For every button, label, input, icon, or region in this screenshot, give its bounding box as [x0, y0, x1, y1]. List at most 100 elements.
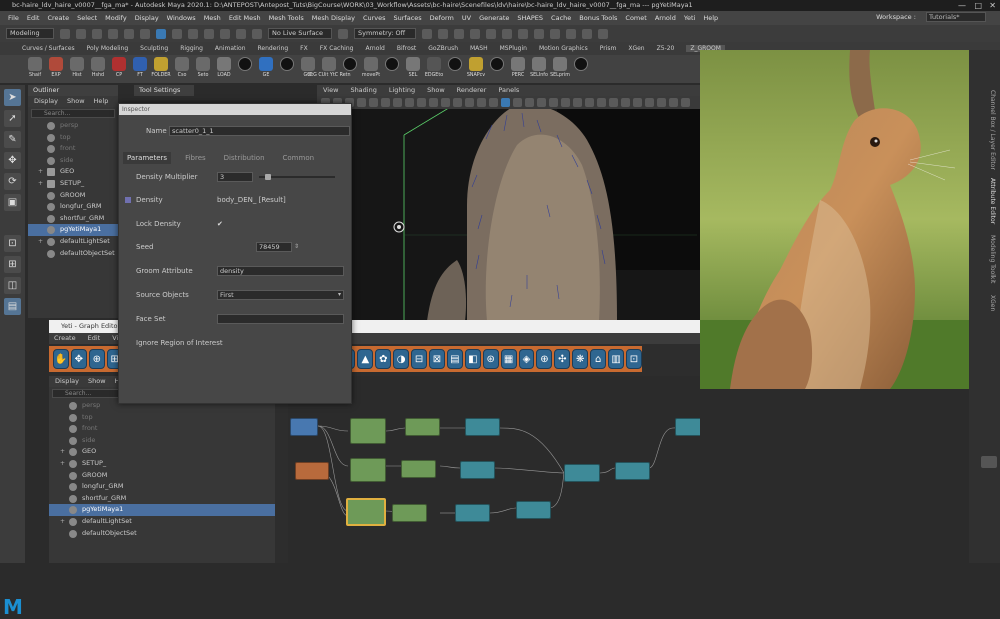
shelf-button[interactable]: movePt [362, 55, 380, 83]
menu-select[interactable]: Select [77, 14, 97, 22]
outliner-item[interactable]: GROOM [49, 470, 275, 482]
graph-node[interactable] [465, 418, 500, 436]
graph-tool-icon[interactable]: ▤ [446, 349, 463, 369]
menu-uv[interactable]: UV [462, 14, 471, 22]
density-multiplier-field[interactable]: 3 [217, 172, 253, 182]
snap-grid-icon[interactable] [188, 28, 198, 39]
graph-tool-icon[interactable]: ✋ [53, 349, 69, 369]
face-set-field[interactable] [217, 314, 344, 324]
lock-density-checkbox[interactable]: ✔ [217, 218, 223, 230]
menu-modify[interactable]: Modify [105, 14, 127, 22]
menu-bonus-tools[interactable]: Bonus Tools [579, 14, 617, 22]
outliner-item[interactable]: front [28, 143, 118, 155]
menu-curves[interactable]: Curves [363, 14, 386, 22]
outliner-item[interactable]: top [49, 412, 275, 424]
shelf-tab[interactable]: Arnold [365, 45, 384, 52]
graph-tool-icon[interactable]: ⊛ [482, 349, 499, 369]
menu-help[interactable]: Help [703, 14, 718, 22]
outliner-item[interactable]: shortfur_GRM [49, 493, 275, 505]
shelf-button[interactable]: SEL [404, 55, 422, 83]
shelf-button[interactable] [572, 55, 590, 83]
new-scene-icon[interactable] [60, 28, 70, 39]
outliner-item[interactable]: front [49, 423, 275, 435]
outliner-item[interactable]: side [49, 435, 275, 447]
graph-node[interactable] [516, 501, 551, 519]
shelf-button[interactable]: SNAPcv [467, 55, 485, 83]
menu-create[interactable]: Create [47, 14, 69, 22]
open-scene-icon[interactable] [76, 28, 86, 39]
select-tool-icon[interactable]: ➤ [4, 89, 21, 106]
graph-tool-icon[interactable]: ⊕ [536, 349, 553, 369]
expand-icon[interactable]: + [60, 446, 65, 458]
live-surface-field[interactable]: No Live Surface [268, 28, 332, 39]
outliner-menu-show[interactable]: Show [67, 96, 85, 107]
shelf-button[interactable]: Cso [173, 55, 191, 83]
symmetry-icon[interactable] [338, 28, 348, 39]
shelf-button[interactable] [278, 55, 296, 83]
graph-tool-icon[interactable]: ✿ [375, 349, 392, 369]
select-hierarchy-icon[interactable] [140, 28, 150, 39]
menu-cache[interactable]: Cache [551, 14, 571, 22]
node-editor-icon[interactable] [550, 28, 560, 39]
outliner-search-input[interactable]: Search... [31, 109, 115, 118]
workspace-dropdown[interactable]: Tutorials* [926, 12, 986, 22]
graph-node[interactable] [455, 504, 490, 522]
mode-dropdown[interactable]: Modeling [6, 28, 54, 39]
shelf-tab[interactable]: Rigging [180, 45, 203, 52]
graph-tool-icon[interactable]: ◈ [518, 349, 535, 369]
render-settings-icon[interactable] [454, 28, 464, 39]
shelf-tab[interactable]: FX [300, 45, 308, 52]
camera-tools-icon[interactable] [518, 28, 528, 39]
source-objects-dropdown[interactable]: First [217, 290, 344, 300]
snap-point-icon[interactable] [220, 28, 230, 39]
shelf-button[interactable]: Seto [194, 55, 212, 83]
shelf-button[interactable]: FOLDER [151, 55, 171, 83]
select-object-icon[interactable] [156, 28, 166, 39]
graph-node[interactable] [615, 462, 650, 480]
move-tool-icon[interactable]: ✥ [4, 152, 21, 169]
graph-tool-icon[interactable]: ◑ [393, 349, 410, 369]
expand-icon[interactable]: + [38, 166, 43, 178]
shelf-tab[interactable]: Poly Modeling [87, 45, 129, 52]
menu-arnold[interactable]: Arnold [655, 14, 676, 22]
shelf-button[interactable] [383, 55, 401, 83]
name-field[interactable]: scatter0_1_1 [169, 126, 350, 136]
shelf-button[interactable]: PERC [509, 55, 527, 83]
shelf-tab[interactable]: Animation [215, 45, 246, 52]
graph-tool-icon[interactable]: ⌂ [590, 349, 607, 369]
shelf-tab[interactable]: GoZBrush [428, 45, 458, 52]
shelf-button[interactable]: FT [131, 55, 149, 83]
expand-icon[interactable]: + [38, 178, 43, 190]
shelf-tab[interactable]: XGen [628, 45, 644, 52]
shelf-button[interactable]: SELprim [550, 55, 570, 83]
menu-file[interactable]: File [8, 14, 19, 22]
outliner-item[interactable]: side [28, 155, 118, 167]
symmetry-dropdown[interactable]: Symmetry: Off [354, 28, 416, 39]
seed-field[interactable]: 78459 [256, 242, 292, 252]
graph-tool-icon[interactable]: ▥ [608, 349, 624, 369]
side-expand-icon[interactable] [981, 456, 997, 468]
uv-editor-icon[interactable] [534, 28, 544, 39]
outliner-menu-help[interactable]: Help [94, 96, 109, 107]
graph-node[interactable] [564, 464, 600, 482]
shelf-tab[interactable]: Sculpting [140, 45, 168, 52]
expand-icon[interactable]: + [38, 236, 43, 248]
shelf-button[interactable]: OtG CUit YtC Retn [307, 55, 351, 83]
menu-shapes[interactable]: SHAPES [517, 14, 543, 22]
shelf-button[interactable]: Shaif [26, 55, 44, 83]
side-tab-modeling-toolkit[interactable]: Modeling Toolkit [989, 235, 996, 283]
expand-icon[interactable]: + [60, 516, 65, 528]
menu-mesh-display[interactable]: Mesh Display [312, 14, 355, 22]
outliner-item[interactable]: pgYetiMaya1 [49, 504, 275, 516]
graph-node[interactable] [405, 418, 440, 436]
outliner-item[interactable]: persp [28, 120, 118, 132]
viewport-menu-shading[interactable]: Shading [350, 85, 376, 96]
graph-menu-create[interactable]: Create [54, 333, 76, 344]
menu-windows[interactable]: Windows [167, 14, 196, 22]
graph-node-selected[interactable] [346, 498, 386, 526]
graph-tool-icon[interactable]: ▦ [500, 349, 517, 369]
viewport-menu-show[interactable]: Show [427, 85, 445, 96]
outliner-item[interactable]: + defaultLightSet [49, 516, 275, 528]
close-icon[interactable]: ✕ [989, 0, 996, 11]
menu-display[interactable]: Display [135, 14, 159, 22]
